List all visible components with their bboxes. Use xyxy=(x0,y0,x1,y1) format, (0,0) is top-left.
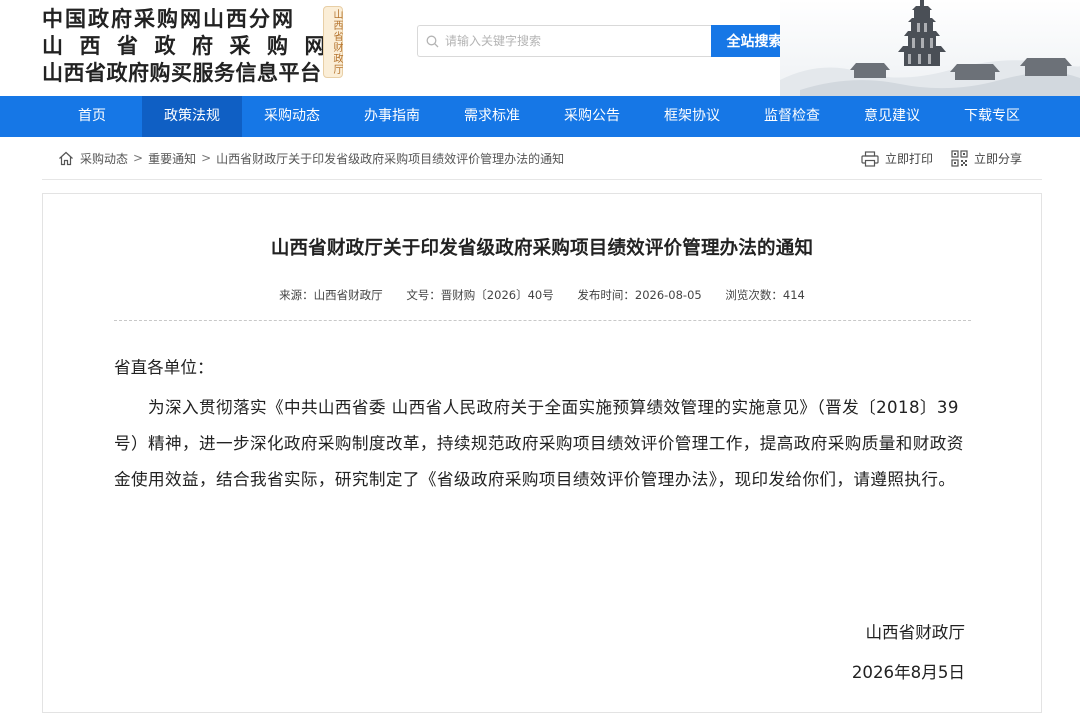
nav-item-policy[interactable]: 政策法规 xyxy=(142,96,242,137)
breadcrumb-link-notices[interactable]: 重要通知 xyxy=(148,150,196,167)
finance-dept-seal: 山西省财政厅 xyxy=(323,6,343,78)
site-header: 中国政府采购网山西分网 山西省政府采购网 山西省政府购买服务信息平台 山西省财政… xyxy=(0,0,1080,96)
nav-item-guide[interactable]: 办事指南 xyxy=(342,96,442,137)
breadcrumb-current: 山西省财政厅关于印发省级政府采购项目绩效评价管理办法的通知 xyxy=(216,151,565,166)
share-label: 立即分享 xyxy=(973,152,1022,166)
nav-item-demand-standards[interactable]: 需求标准 xyxy=(442,96,542,137)
nav-item-framework-agreements[interactable]: 框架协议 xyxy=(642,96,742,137)
signature-date: 2026年8月5日 xyxy=(851,663,965,682)
site-logo-title[interactable]: 中国政府采购网山西分网 山西省政府采购网 山西省政府购买服务信息平台 xyxy=(42,6,342,87)
meta-divider xyxy=(114,320,971,321)
breadcrumb-separator: > xyxy=(133,151,144,165)
article-doc-number: 文号：晋财购〔2026〕40号 xyxy=(406,288,554,302)
breadcrumb-link-procurement-news[interactable]: 采购动态 xyxy=(80,150,128,167)
search-icon xyxy=(426,35,439,47)
site-title-line-2: 山西省政府采购网 xyxy=(42,34,342,58)
article-meta: 来源：山西省财政厅 文号：晋财购〔2026〕40号 发布时间：2026-08-0… xyxy=(43,287,1041,303)
signature-org: 山西省财政厅 xyxy=(865,623,965,642)
search-box xyxy=(417,25,711,57)
home-icon[interactable] xyxy=(58,151,74,166)
print-button[interactable]: 立即打印 xyxy=(861,150,933,167)
article-publish-date: 发布时间：2026-08-05 xyxy=(577,288,702,302)
nav-item-procurement-news[interactable]: 采购动态 xyxy=(242,96,342,137)
article-paragraph: 为深入贯彻落实《中共山西省委 山西省人民政府关于全面实施预算绩效管理的实施意见》… xyxy=(114,398,964,489)
nav-item-supervision[interactable]: 监督检查 xyxy=(742,96,842,137)
nav-item-downloads[interactable]: 下载专区 xyxy=(942,96,1042,137)
article-salutation: 省直各单位： xyxy=(114,358,214,377)
page-actions: 立即打印 立即分享 xyxy=(843,137,1022,180)
article-view-count: 浏览次数：414 xyxy=(725,288,805,302)
breadcrumb-separator: > xyxy=(201,151,212,165)
article-card: 山西省财政厅关于印发省级政府采购项目绩效评价管理办法的通知 来源：山西省财政厅 … xyxy=(42,193,1042,713)
site-title-line-3: 山西省政府购买服务信息平台 xyxy=(42,61,322,85)
pagoda-landscape-illustration xyxy=(780,0,1080,96)
nav-item-feedback[interactable]: 意见建议 xyxy=(842,96,942,137)
printer-icon xyxy=(861,150,879,167)
print-label: 立即打印 xyxy=(884,152,933,166)
qr-code-icon xyxy=(951,150,968,167)
nav-item-home[interactable]: 首页 xyxy=(42,96,142,137)
site-title-line-1: 中国政府采购网山西分网 xyxy=(42,7,295,31)
article-source: 来源：山西省财政厅 xyxy=(279,288,383,302)
main-nav: 首页 政策法规 采购动态 办事指南 需求标准 采购公告 框架协议 监督检查 意见… xyxy=(0,96,1080,137)
share-button[interactable]: 立即分享 xyxy=(951,150,1022,167)
article-title: 山西省财政厅关于印发省级政府采购项目绩效评价管理办法的通知 xyxy=(270,238,814,259)
nav-item-announcements[interactable]: 采购公告 xyxy=(542,96,642,137)
breadcrumb: 采购动态 > 重要通知 > 山西省财政厅关于印发省级政府采购项目绩效评价管理办法… xyxy=(42,137,1042,180)
search-input[interactable] xyxy=(445,34,695,48)
